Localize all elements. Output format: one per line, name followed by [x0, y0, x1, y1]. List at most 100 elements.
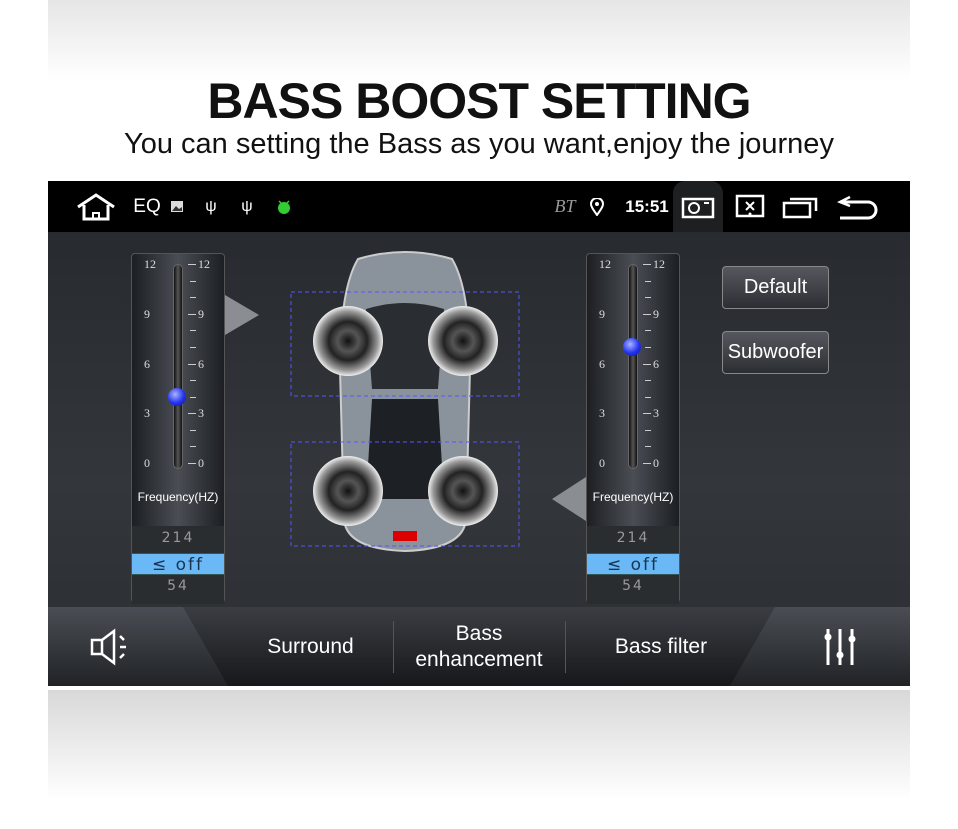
speaker-rear-right[interactable] [428, 456, 498, 526]
scale-tick [643, 264, 651, 265]
scale-label: 9 [144, 306, 150, 321]
tab-equalizer[interactable] [730, 607, 910, 686]
frequency-option[interactable]: ≤ off [132, 553, 224, 575]
frequency-option[interactable]: 214 [587, 530, 679, 546]
scale-label: 9 [198, 306, 204, 321]
sound-icon [90, 628, 126, 665]
image-icon [168, 181, 186, 232]
scale-label: 0 [599, 456, 605, 470]
tab-label: enhancement [415, 647, 543, 671]
scale-label: 6 [599, 356, 605, 371]
scale-label: 9 [599, 306, 605, 321]
frequency-option[interactable]: 54 [132, 578, 224, 594]
scale-tick [190, 330, 196, 332]
frequency-option[interactable]: 214 [132, 530, 224, 546]
scale-label: 0 [144, 456, 150, 470]
screenshot-icon[interactable] [673, 181, 723, 232]
scale-tick [645, 346, 651, 348]
scale-label: 6 [144, 356, 150, 371]
banner-background [48, 0, 910, 80]
scale-label: 0 [198, 456, 204, 470]
status-bar: EQ ψ ψ BT 15:51 [48, 181, 910, 232]
scale-tick [645, 429, 651, 431]
subwoofer-button[interactable]: Subwoofer [722, 331, 829, 374]
bluetooth-icon: BT [554, 196, 576, 216]
app-title: EQ [133, 195, 161, 217]
scale-label: 3 [653, 406, 659, 421]
scale-label: 3 [144, 406, 150, 421]
scale-tick [190, 396, 196, 398]
scale-tick [645, 330, 651, 332]
slider-knob[interactable] [168, 387, 186, 406]
tab-surround[interactable]: Surround [228, 607, 393, 686]
frequency-options[interactable]: 214 ≤ off 54 [587, 526, 679, 604]
slider-knob[interactable] [623, 337, 641, 356]
scale-label: 12 [198, 257, 210, 271]
scale-tick [190, 280, 196, 282]
slider-track[interactable] [173, 264, 183, 469]
slider-track[interactable] [628, 264, 638, 469]
head-unit-screen: EQ ψ ψ BT 15:51 12 12 9 9 6 6 3 3 0 0 Frequency(HZ… [48, 181, 910, 686]
scale-label: 6 [653, 356, 659, 371]
speaker-front-left[interactable] [313, 306, 383, 376]
scale-tick [190, 346, 196, 348]
scale-tick [643, 413, 651, 415]
scale-tick [645, 280, 651, 282]
banner-title: BASS BOOST SETTING [207, 73, 751, 129]
scale-tick [188, 363, 196, 365]
tab-bass-enhancement[interactable]: Bass enhancement [394, 607, 564, 686]
scale-tick [188, 313, 196, 315]
location-icon [586, 181, 608, 232]
clock: 15:51 [625, 196, 669, 216]
back-icon[interactable] [834, 181, 884, 232]
scale-label: 3 [599, 406, 605, 421]
frequency-option[interactable]: ≤ off [587, 553, 679, 575]
android-icon [274, 181, 294, 232]
frequency-label: Frequency(HZ) [592, 490, 674, 504]
scale-tick [645, 297, 651, 299]
right-pointer-arrow [552, 477, 586, 521]
left-pointer-arrow [225, 295, 259, 335]
scale-tick [188, 463, 196, 464]
tab-bass-filter[interactable]: Bass filter [566, 607, 756, 686]
default-button[interactable]: Default [722, 266, 829, 309]
scale-tick [190, 446, 196, 448]
scale-tick [643, 463, 651, 464]
scale-tick [643, 363, 651, 365]
recent-apps-icon[interactable] [780, 181, 820, 232]
scale-tick [188, 264, 196, 265]
reflection-background [48, 690, 910, 800]
scale-label: 12 [599, 257, 611, 271]
scale-tick [645, 396, 651, 398]
frequency-option[interactable]: 54 [587, 578, 679, 594]
tab-label: Bass [455, 621, 503, 645]
scale-tick [645, 380, 651, 382]
scale-tick [190, 380, 196, 382]
scale-tick [188, 413, 196, 415]
left-frequency-slider[interactable]: 12 12 9 9 6 6 3 3 0 0 Frequency(HZ) 214 ≤ off 54 [131, 253, 225, 604]
car-speaker-diagram [290, 251, 520, 553]
bottom-tab-bar: Surround Bass enhancement Bass filter [48, 607, 910, 686]
scale-label: 6 [198, 356, 204, 371]
banner-subtitle: You can setting the Bass as you want,enj… [124, 128, 834, 160]
usb-icon: ψ [205, 197, 217, 215]
home-icon[interactable] [74, 181, 118, 232]
speaker-rear-left[interactable] [313, 456, 383, 526]
equalizer-icon [824, 628, 856, 665]
scale-label: 3 [198, 406, 204, 421]
scale-tick [643, 313, 651, 315]
tab-sound[interactable] [48, 607, 228, 686]
scale-label: 9 [653, 306, 659, 321]
speaker-front-right[interactable] [428, 306, 498, 376]
scale-tick [645, 446, 651, 448]
close-screen-icon[interactable] [732, 181, 768, 232]
scale-label: 0 [653, 456, 659, 470]
frequency-options[interactable]: 214 ≤ off 54 [132, 526, 224, 604]
right-frequency-slider[interactable]: 12 12 9 9 6 6 3 3 0 0 Frequency(HZ) 214 ≤ off 54 [586, 253, 680, 604]
usb-icon: ψ [241, 197, 253, 215]
scale-tick [190, 297, 196, 299]
scale-tick [190, 429, 196, 431]
scale-label: 12 [653, 257, 665, 271]
frequency-label: Frequency(HZ) [137, 490, 219, 504]
scale-label: 12 [144, 257, 156, 271]
